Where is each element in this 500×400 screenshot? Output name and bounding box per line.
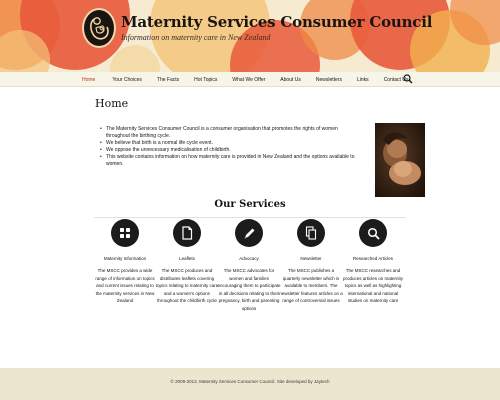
document-icon bbox=[182, 226, 193, 240]
site-header: Maternity Services Consumer Council Info… bbox=[0, 0, 500, 72]
intro-list-item: This website contains information on how… bbox=[99, 154, 361, 168]
intro-list-item: We oppose the unnecessary medicalisation… bbox=[99, 147, 361, 154]
site-tagline: Information on maternity care in New Zea… bbox=[121, 33, 271, 42]
search-icon bbox=[367, 227, 380, 240]
mother-and-baby-photo bbox=[375, 123, 425, 197]
site-footer: © 2009-2013. Maternity Services Consumer… bbox=[0, 368, 500, 400]
pencil-icon bbox=[244, 228, 254, 239]
service-label[interactable]: Maternity Information bbox=[91, 256, 159, 261]
nav-item-links[interactable]: Links bbox=[357, 77, 369, 83]
nav-item-newsletters[interactable]: Newsletters bbox=[316, 77, 342, 83]
service-icon-button[interactable] bbox=[297, 219, 325, 247]
nav-item-the-facts[interactable]: The Facts bbox=[157, 77, 179, 83]
nav-item-home[interactable]: Home bbox=[82, 77, 95, 83]
services-title: Our Services bbox=[214, 199, 286, 210]
site-logo[interactable] bbox=[82, 8, 116, 48]
search-icon[interactable] bbox=[403, 74, 413, 84]
footer-copyright: © 2009-2013. Maternity Services Consumer… bbox=[170, 379, 330, 384]
page-title: Home bbox=[95, 97, 129, 110]
intro-list: The Maternity Services Consumer Council … bbox=[99, 126, 361, 168]
service-icon-button[interactable] bbox=[235, 219, 263, 247]
section-divider bbox=[94, 217, 406, 218]
nav-item-hot-topics[interactable]: Hot Topics bbox=[194, 77, 217, 83]
service-label[interactable]: Researched Articles bbox=[339, 256, 407, 261]
service-description: The MSCC produces and distributes leafle… bbox=[155, 268, 219, 303]
main-navigation: Home Your Choices The Facts Hot Topics W… bbox=[0, 72, 500, 87]
mother-and-child-logo-icon bbox=[90, 17, 109, 40]
service-icon-button[interactable] bbox=[111, 219, 139, 247]
nav-item-what-we-offer[interactable]: What We Offer bbox=[232, 77, 265, 83]
nav-item-your-choices[interactable]: Your Choices bbox=[112, 77, 142, 83]
service-description: The MSCC advocates for women and familie… bbox=[217, 268, 281, 311]
service-label[interactable]: Advocacy bbox=[215, 256, 283, 261]
intro-list-item: We believe that birth is a normal life c… bbox=[99, 140, 361, 147]
service-description: The MSCC provides a wide range of inform… bbox=[95, 268, 155, 303]
service-description: The MSCC publishes a quarterly newslette… bbox=[279, 268, 343, 303]
service-label[interactable]: Newsletter bbox=[277, 256, 345, 261]
service-description: The MSCC researches and produces article… bbox=[342, 268, 404, 303]
service-icon-button[interactable] bbox=[173, 219, 201, 247]
service-icon-button[interactable] bbox=[359, 219, 387, 247]
nav-menu: Home Your Choices The Facts Hot Topics W… bbox=[82, 72, 408, 87]
intro-list-item: The Maternity Services Consumer Council … bbox=[99, 126, 361, 140]
service-label[interactable]: Leaflets bbox=[153, 256, 221, 261]
site-title[interactable]: Maternity Services Consumer Council bbox=[121, 13, 432, 31]
nav-item-about-us[interactable]: About Us bbox=[280, 77, 301, 83]
copy-icon bbox=[305, 226, 317, 240]
grid-icon bbox=[120, 228, 130, 238]
